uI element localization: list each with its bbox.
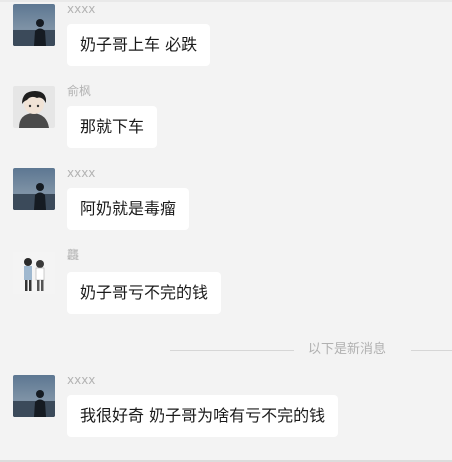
message-bubble[interactable]: 那就下车: [67, 106, 158, 148]
message-bubble[interactable]: 阿奶就是毒瘤: [67, 188, 190, 230]
message-bubble[interactable]: 我很好奇 奶子哥为啥有亏不完的钱: [67, 395, 339, 437]
sender-name: 龘: [67, 248, 80, 262]
night-sky-avatar-icon: [13, 168, 55, 210]
message-bubble[interactable]: 奶子哥亏不完的钱: [67, 272, 222, 314]
night-sky-avatar-icon: [13, 4, 55, 46]
new-messages-divider: 以下是新消息: [0, 338, 452, 362]
sender-avatar[interactable]: [13, 168, 55, 210]
sender-name: xxxx: [67, 2, 96, 16]
divider-line-right: [411, 350, 452, 351]
divider-line-left: [170, 350, 294, 351]
couple-illustration-avatar-icon: [13, 252, 55, 294]
divider-label: 以下是新消息: [308, 342, 387, 357]
sender-name: xxxx: [67, 373, 96, 387]
sender-avatar[interactable]: [13, 86, 55, 128]
sender-avatar[interactable]: [13, 375, 55, 417]
sender-name: xxxx: [67, 166, 96, 180]
night-sky-avatar-icon: [13, 375, 55, 417]
sender-avatar[interactable]: [13, 4, 55, 46]
sender-name: 俞枫: [67, 84, 92, 98]
message-bubble[interactable]: 奶子哥上车 必跌: [67, 24, 211, 66]
sender-avatar[interactable]: [13, 252, 55, 294]
anime-boy-avatar-icon: [13, 86, 55, 128]
